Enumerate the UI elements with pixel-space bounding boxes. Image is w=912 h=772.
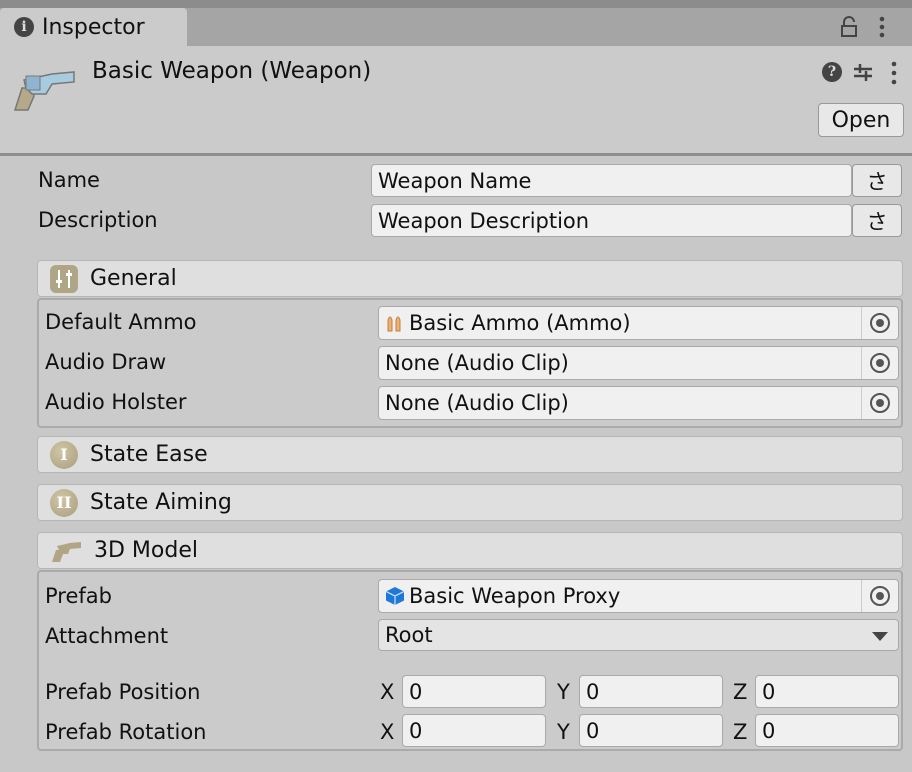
chevron-down-icon [872,632,888,641]
section-state-aiming-title: State Aiming [90,490,232,515]
audio-holster-value: None (Audio Clip) [385,391,569,415]
name-input[interactable]: Weapon Name [371,164,852,197]
description-localize-button[interactable]: さ [852,204,902,237]
audio-draw-field[interactable]: None (Audio Clip) [378,346,899,380]
section-general-title: General [90,266,177,291]
state-aiming-icon: II [50,488,78,517]
prefab-rotation-label: Prefab Rotation [45,720,207,744]
rotation-x-input[interactable]: 0 [402,714,546,747]
default-ammo-value: Basic Ammo (Ammo) [409,311,631,335]
section-state-ease-header[interactable]: I State Ease [37,436,903,473]
description-input[interactable]: Weapon Description [371,204,852,237]
rotation-z-input[interactable]: 0 [755,714,899,747]
prefab-position-label: Prefab Position [45,680,201,704]
component-menu-icon[interactable] [890,61,898,85]
section-general-body: Default Ammo Basic Ammo (Ammo) Audio Dra… [37,298,903,428]
attachment-dropdown[interactable]: Root [378,619,899,651]
prefab-value: Basic Weapon Proxy [409,584,621,608]
preset-icon[interactable] [852,61,874,83]
section-3d-model-title: 3D Model [94,538,198,563]
position-x-label[interactable]: X [380,680,394,704]
audio-holster-label: Audio Holster [45,390,187,414]
ammo-icon [387,316,401,332]
audio-holster-field[interactable]: None (Audio Clip) [378,386,899,420]
revolver-icon [13,71,75,111]
tab-title: Inspector [42,14,145,40]
tab-inspector[interactable]: i Inspector [0,8,187,46]
state-ease-icon: I [50,440,78,469]
sliders-icon [50,264,78,293]
position-x-input[interactable]: 0 [402,675,546,708]
default-ammo-field[interactable]: Basic Ammo (Ammo) [378,306,899,340]
lock-icon[interactable] [840,16,858,38]
prefab-cube-icon [385,587,405,605]
prefab-label: Prefab [45,584,112,608]
section-3d-model-header[interactable]: 3D Model [37,532,903,569]
rotation-y-input[interactable]: 0 [579,714,723,747]
position-z-label[interactable]: Z [733,680,747,704]
object-picker-icon[interactable] [870,393,890,413]
object-title: Basic Weapon (Weapon) [92,58,372,84]
attachment-label: Attachment [45,624,169,648]
section-state-aiming-header[interactable]: II State Aiming [37,484,903,521]
default-ammo-label: Default Ammo [45,310,197,334]
revolver-icon [52,541,81,562]
position-z-input[interactable]: 0 [755,675,899,708]
description-label: Description [38,208,158,232]
position-y-input[interactable]: 0 [579,675,723,708]
rotation-x-label[interactable]: X [380,720,394,744]
attachment-value: Root [385,623,433,647]
audio-draw-value: None (Audio Clip) [385,351,569,375]
name-localize-button[interactable]: さ [852,164,902,197]
object-picker-icon[interactable] [870,586,890,606]
section-general-header[interactable]: General [37,260,903,297]
position-y-label[interactable]: Y [557,680,570,704]
name-label: Name [38,168,100,192]
prefab-field[interactable]: Basic Weapon Proxy [378,579,899,613]
rotation-y-label[interactable]: Y [557,720,570,744]
object-picker-icon[interactable] [870,313,890,333]
help-icon[interactable]: ? [822,62,842,82]
rotation-z-label[interactable]: Z [733,720,747,744]
open-button[interactable]: Open [818,103,904,137]
audio-draw-label: Audio Draw [45,350,167,374]
object-picker-icon[interactable] [870,353,890,373]
info-icon: i [14,17,34,37]
tab-menu-icon[interactable] [878,16,886,38]
section-state-ease-title: State Ease [90,442,208,467]
section-3d-model-body: Prefab Basic Weapon Proxy Attachment Roo… [37,570,903,751]
